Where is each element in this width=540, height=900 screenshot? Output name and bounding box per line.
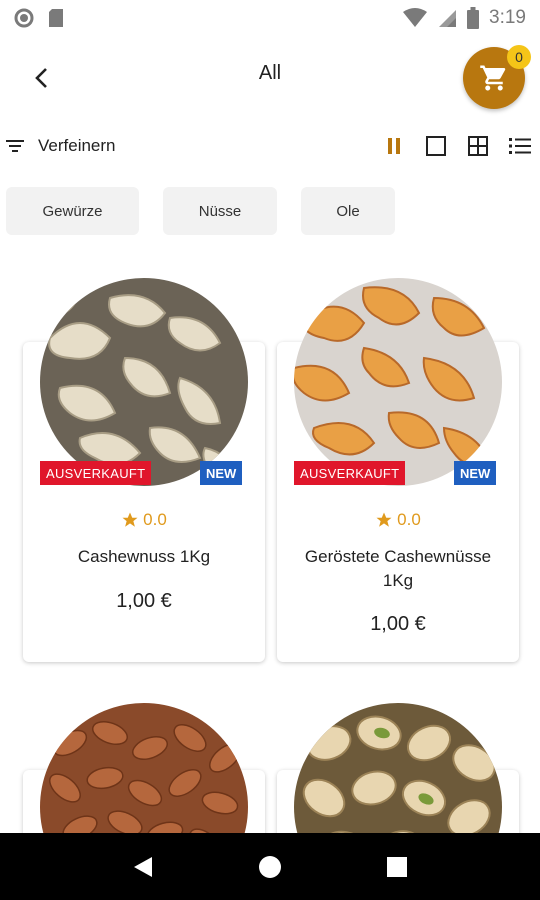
nav-back-button[interactable] xyxy=(123,847,163,887)
product-price: 1,00 € xyxy=(116,590,172,612)
view-toggles xyxy=(380,132,534,160)
view-list-button[interactable] xyxy=(506,132,534,160)
sold-out-badge: AUSVERKAUFT xyxy=(294,461,406,485)
product-rating: 0.0 xyxy=(277,510,519,530)
product-name: Cashewnuss 1Kg xyxy=(77,547,211,566)
view-two-column-button[interactable] xyxy=(380,132,408,160)
rating-value: 0.0 xyxy=(397,510,421,529)
home-circle-icon xyxy=(258,855,281,878)
product-image-raw-cashews[interactable] xyxy=(40,278,248,486)
filter-icon xyxy=(6,140,24,152)
filter-row: Verfeinern xyxy=(0,126,540,166)
category-chips: Gewürze Nüsse Ole xyxy=(6,187,395,235)
back-triangle-icon xyxy=(134,856,153,877)
single-square-icon xyxy=(426,136,446,156)
battery-icon xyxy=(467,7,480,29)
status-time: 3:19 xyxy=(489,7,526,28)
product-name: Geröstete Cashewnüsse 1Kg xyxy=(304,547,492,590)
sold-out-badge: AUSVERKAUFT xyxy=(40,461,152,485)
cart-button[interactable]: 0 xyxy=(463,45,531,109)
app-bar: All 0 xyxy=(0,36,540,116)
page-title: All xyxy=(258,62,282,84)
signal-icon xyxy=(437,8,457,28)
product-price: 1,00 € xyxy=(370,613,426,635)
chip-ole[interactable]: Ole xyxy=(301,187,395,235)
wifi-icon xyxy=(403,8,428,28)
circle-status-icon xyxy=(14,8,34,28)
recents-square-icon xyxy=(386,856,407,877)
cart-count-badge: 0 xyxy=(507,45,531,69)
list-icon xyxy=(509,138,531,154)
shopping-cart-icon xyxy=(480,65,506,91)
sd-card-icon xyxy=(48,8,64,28)
refine-button[interactable]: Verfeinern xyxy=(0,136,116,156)
system-nav-bar xyxy=(0,833,540,900)
view-grid-button[interactable] xyxy=(464,132,492,160)
product-image-roasted-cashews[interactable] xyxy=(294,278,502,486)
refine-label: Verfeinern xyxy=(38,136,116,155)
nav-home-button[interactable] xyxy=(250,847,290,887)
grid-icon xyxy=(468,136,488,156)
pause-icon xyxy=(388,138,400,154)
chip-gewuerze[interactable]: Gewürze xyxy=(6,187,139,235)
view-single-button[interactable] xyxy=(422,132,450,160)
star-icon xyxy=(122,512,138,527)
nav-recents-button[interactable] xyxy=(377,847,417,887)
star-icon xyxy=(376,512,392,527)
product-rating: 0.0 xyxy=(23,510,265,530)
rating-value: 0.0 xyxy=(143,510,167,529)
chip-nuesse[interactable]: Nüsse xyxy=(163,187,277,235)
new-badge: NEW xyxy=(454,461,497,485)
new-badge: NEW xyxy=(200,461,243,485)
status-bar: 3:19 xyxy=(0,0,540,36)
